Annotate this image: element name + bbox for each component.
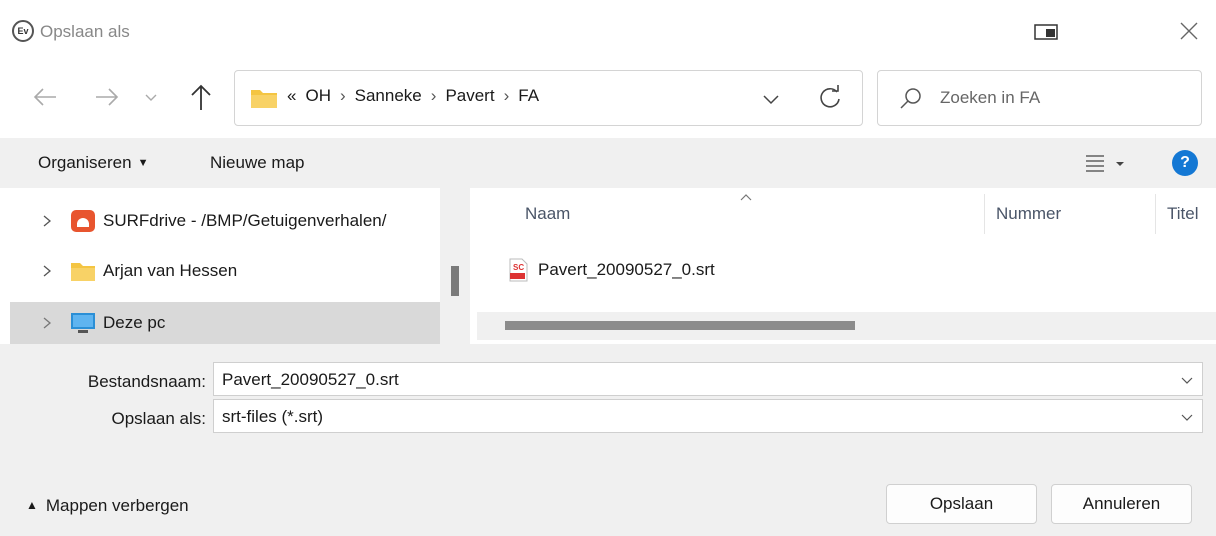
monitor-icon xyxy=(71,313,95,333)
nav-item-label: Deze pc xyxy=(103,313,166,332)
forward-arrow-icon[interactable] xyxy=(92,82,122,112)
toolbar: Organiseren ▼ Nieuwe map ? xyxy=(0,138,1216,188)
search-input[interactable] xyxy=(940,83,1190,113)
column-header-nummer[interactable]: Nummer xyxy=(996,204,1061,224)
file-row[interactable]: SC Pavert_20090527_0.srt xyxy=(507,254,907,288)
nav-item-label: SURFdrive - /BMP/Getuigenverhalen/ xyxy=(103,211,387,230)
save-button[interactable]: Opslaan xyxy=(886,484,1037,524)
column-divider[interactable] xyxy=(1155,194,1156,234)
nav-scrollbar-thumb[interactable] xyxy=(451,266,459,296)
breadcrumb-item-fa[interactable]: FA xyxy=(518,86,539,106)
filetype-select[interactable]: srt-files (*.srt) xyxy=(213,399,1203,433)
title-bar: Ev Opslaan als xyxy=(0,0,1216,66)
breadcrumb: « OH › Sanneke › Pavert › FA xyxy=(287,86,539,106)
file-list: Naam Nummer Titel SC Pavert_20090527_0.s… xyxy=(477,188,1216,344)
nav-item-arjan-van-hessen[interactable]: Arjan van Hessen xyxy=(10,250,440,292)
address-dropdown-icon[interactable] xyxy=(758,86,784,112)
chevron-right-icon[interactable] xyxy=(40,315,54,331)
svg-text:SC: SC xyxy=(513,263,524,272)
breadcrumb-item-sanneke[interactable]: Sanneke xyxy=(355,86,422,106)
window-title: Opslaan als xyxy=(40,22,130,41)
caret-down-icon: ▼ xyxy=(137,157,149,169)
filetype-label: Opslaan als: xyxy=(111,409,207,428)
column-divider[interactable] xyxy=(984,194,985,234)
breadcrumb-separator: › xyxy=(503,86,510,105)
hide-folders-toggle[interactable]: ▲ Mappen verbergen xyxy=(26,496,189,516)
filename-input[interactable] xyxy=(222,370,1122,390)
refresh-icon[interactable] xyxy=(815,83,845,113)
breadcrumb-separator: › xyxy=(339,86,346,105)
filename-label: Bestandsnaam: xyxy=(87,372,206,391)
sort-ascending-icon xyxy=(740,194,752,201)
chevron-down-icon[interactable] xyxy=(1180,410,1194,424)
srt-file-icon: SC xyxy=(509,258,528,282)
search-box[interactable] xyxy=(877,70,1202,126)
nav-item-deze-pc[interactable]: Deze pc xyxy=(10,302,440,344)
column-header-naam[interactable]: Naam xyxy=(525,204,570,224)
navigation-pane: SURFdrive - /BMP/Getuigenverhalen/ Arjan… xyxy=(0,188,470,344)
breadcrumb-item-pavert[interactable]: Pavert xyxy=(445,86,494,106)
nav-item-label: Arjan van Hessen xyxy=(103,261,238,280)
app-icon: Ev xyxy=(12,20,34,42)
breadcrumb-separator: › xyxy=(430,86,437,105)
save-options-panel: Bestandsnaam: Opslaan als: srt-files (*.… xyxy=(0,344,1216,536)
breadcrumb-overflow[interactable]: « xyxy=(287,86,296,106)
folder-icon xyxy=(251,90,277,108)
breadcrumb-item-oh[interactable]: OH xyxy=(305,86,331,106)
chevron-down-icon[interactable] xyxy=(140,84,162,110)
surfdrive-icon xyxy=(71,210,95,232)
help-button[interactable]: ? xyxy=(1172,150,1198,176)
chevron-up-icon: ▲ xyxy=(26,498,38,512)
chevron-right-icon[interactable] xyxy=(40,213,54,229)
search-icon xyxy=(900,88,921,109)
filetype-value: srt-files (*.srt) xyxy=(222,407,324,426)
hide-folders-label: Mappen verbergen xyxy=(45,496,189,515)
up-arrow-icon[interactable] xyxy=(184,80,218,114)
folder-icon xyxy=(71,263,95,281)
horizontal-scrollbar-thumb[interactable] xyxy=(505,321,855,330)
chevron-right-icon[interactable] xyxy=(40,263,54,279)
chevron-down-icon[interactable] xyxy=(1180,373,1194,387)
address-bar[interactable]: « OH › Sanneke › Pavert › FA xyxy=(234,70,863,126)
column-header-titel[interactable]: Titel xyxy=(1167,204,1199,224)
file-name: Pavert_20090527_0.srt xyxy=(538,260,715,279)
back-arrow-icon[interactable] xyxy=(30,82,60,112)
new-folder-button[interactable]: Nieuwe map xyxy=(210,153,305,173)
filename-combobox[interactable] xyxy=(213,362,1203,396)
cancel-button[interactable]: Annuleren xyxy=(1051,484,1192,524)
organize-button[interactable]: Organiseren ▼ xyxy=(38,153,148,173)
view-options-icon[interactable] xyxy=(1074,150,1132,178)
snap-layout-icon[interactable] xyxy=(1033,22,1059,42)
nav-item-surfdrive[interactable]: SURFdrive - /BMP/Getuigenverhalen/ xyxy=(10,200,440,242)
organize-label: Organiseren xyxy=(38,153,132,172)
close-icon[interactable] xyxy=(1176,18,1202,44)
